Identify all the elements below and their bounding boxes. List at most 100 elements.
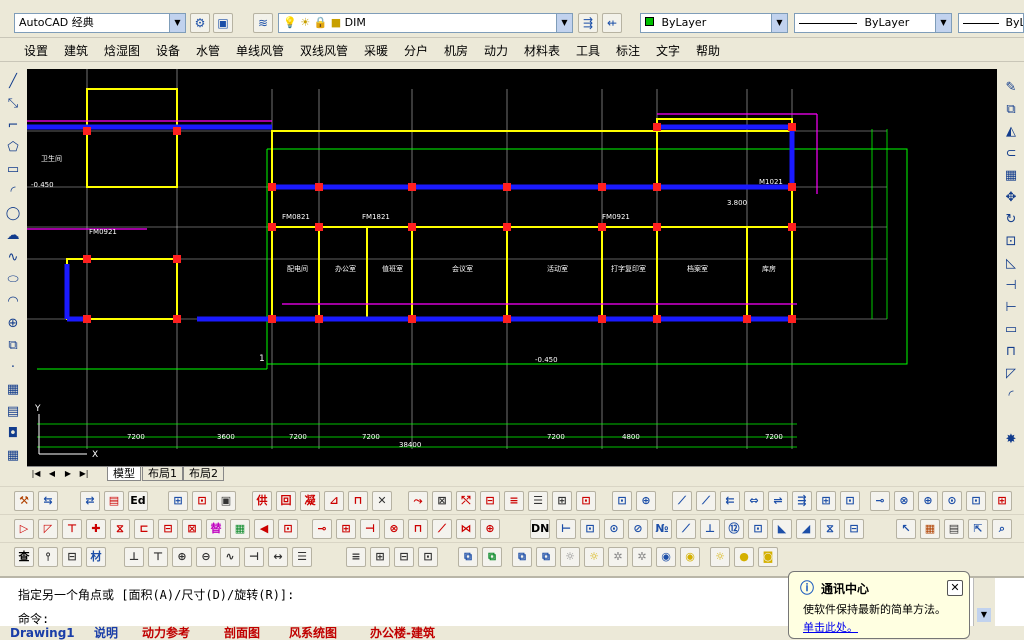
construction-line-icon[interactable]: ⤡ [3, 94, 23, 113]
file-tab-office-architecture[interactable]: 办公楼-建筑 [370, 627, 435, 640]
tool-8-icon[interactable]: ▣ [216, 491, 236, 511]
scroll-down-icon[interactable]: ▼ [977, 608, 991, 622]
menu-tools[interactable]: 工具 [576, 42, 600, 59]
offset-duct-icon[interactable]: ⊤ [148, 547, 168, 567]
layer-manager-icon[interactable]: ≋ [253, 13, 273, 33]
file-tab-drawing1[interactable]: Drawing1 [10, 627, 75, 640]
leader-icon[interactable]: ⟋ [676, 519, 696, 539]
edit-icon[interactable]: Ed [128, 491, 148, 511]
drawing-canvas[interactable]: 3.800 -0.450 -0.450 38400 7200 3600 7200… [27, 69, 997, 466]
menu-double-duct[interactable]: 双线风管 [300, 42, 348, 59]
menu-water-pipe[interactable]: 水管 [196, 42, 220, 59]
fillet-icon[interactable]: ◜ [1001, 386, 1021, 405]
chamfer-icon[interactable]: ◸ [1001, 364, 1021, 383]
chevron-down-icon[interactable]: ▼ [935, 14, 951, 32]
fitting-icon[interactable]: ⊕ [172, 547, 192, 567]
number-icon[interactable]: ⑫ [724, 519, 744, 539]
split-duct-icon[interactable]: ⊕ [480, 519, 500, 539]
tool-37-icon[interactable]: ⊡ [966, 491, 986, 511]
pipe-label-icon[interactable]: ⊡ [580, 519, 600, 539]
menu-dimension[interactable]: 标注 [616, 42, 640, 59]
rectangle-icon[interactable]: ▭ [3, 160, 23, 179]
annotate-icon[interactable]: ⊢ [556, 519, 576, 539]
arrow-icon[interactable]: ◣ [772, 519, 792, 539]
gradient-icon[interactable]: ▤ [3, 402, 23, 421]
index-icon[interactable]: ⊥ [700, 519, 720, 539]
scale-icon[interactable]: ⊡ [1001, 232, 1021, 251]
extend-icon[interactable]: ⊢ [1001, 298, 1021, 317]
section-icon[interactable]: ⊡ [748, 519, 768, 539]
notification-link[interactable]: 单击此处。 [803, 619, 858, 635]
chevron-down-icon[interactable]: ▼ [771, 14, 787, 32]
command-prompt[interactable]: 命令: [18, 610, 49, 627]
chevron-down-icon[interactable]: ▼ [556, 14, 572, 32]
file-tab-section[interactable]: 剖面图 [224, 627, 260, 640]
dn-label-icon[interactable]: DN [530, 519, 550, 539]
menu-architecture[interactable]: 建筑 [64, 42, 88, 59]
tool-12-icon[interactable]: ⊿ [324, 491, 344, 511]
first-tab-icon[interactable]: |◀ [29, 468, 43, 480]
tool-28-icon[interactable]: ⇔ [744, 491, 764, 511]
replace-icon[interactable]: 替 [206, 519, 226, 539]
damper-icon[interactable]: ⊟ [158, 519, 178, 539]
tool-4-icon[interactable]: ▤ [104, 491, 124, 511]
workspace-select[interactable]: AutoCAD 经典 ▼ [14, 13, 186, 33]
freeze-2-icon[interactable]: ✲ [632, 547, 652, 567]
close-icon[interactable]: ✕ [947, 580, 963, 596]
layer-color-icon[interactable]: ◙ [758, 547, 778, 567]
freeze-1-icon[interactable]: ✲ [608, 547, 628, 567]
tool-30-icon[interactable]: ⇶ [792, 491, 812, 511]
polygon-icon[interactable]: ⬠ [3, 138, 23, 157]
save-workspace-icon[interactable]: ▣ [213, 13, 233, 33]
explode-icon[interactable]: ✸ [1001, 430, 1021, 449]
stretch-icon[interactable]: ◺ [1001, 254, 1021, 273]
sheet-icon[interactable]: ▤ [944, 519, 964, 539]
search-icon[interactable]: ⌕ [992, 519, 1012, 539]
tool-1-icon[interactable]: ⚒ [14, 491, 34, 511]
color-select[interactable]: ByLayer ▼ [640, 13, 788, 33]
ellipse-arc-icon[interactable]: ◠ [3, 292, 23, 311]
trim-duct-icon[interactable]: ⫯ [38, 547, 58, 567]
match-icon[interactable]: ▦ [920, 519, 940, 539]
menu-psychrometric[interactable]: 焓湿图 [104, 42, 140, 59]
tool-34-icon[interactable]: ⊗ [894, 491, 914, 511]
tool-21-icon[interactable]: ⊞ [552, 491, 572, 511]
tab-layout1[interactable]: 布局1 [142, 467, 183, 481]
file-tab-notes[interactable]: 说明 [94, 627, 118, 640]
layer-select[interactable]: 💡 ☀ 🔒 ■ DIM ▼ [278, 13, 573, 33]
insert-block-icon[interactable]: ⊕ [3, 314, 23, 333]
mirror-icon[interactable]: ◭ [1001, 122, 1021, 141]
tool-32-icon[interactable]: ⊡ [840, 491, 860, 511]
cut-icon[interactable]: ⧖ [820, 519, 840, 539]
material-icon[interactable]: 材 [86, 547, 106, 567]
grille-icon[interactable]: ⊣ [360, 519, 380, 539]
tool-26-icon[interactable]: ⟋ [696, 491, 716, 511]
tool-17-icon[interactable]: ⤲ [456, 491, 476, 511]
erase-icon[interactable]: ✎ [1001, 78, 1021, 97]
menu-text[interactable]: 文字 [656, 42, 680, 59]
extend-duct-icon[interactable]: ↔ [268, 547, 288, 567]
slope-label-icon[interactable]: ⊘ [628, 519, 648, 539]
hatch-icon[interactable]: ▦ [3, 380, 23, 399]
lock-1-icon[interactable]: ◉ [656, 547, 676, 567]
tool-23-icon[interactable]: ⊡ [612, 491, 632, 511]
tool-22-icon[interactable]: ⊡ [576, 491, 596, 511]
tool-19-icon[interactable]: ≡ [504, 491, 524, 511]
diffuser-icon[interactable]: ⊞ [336, 519, 356, 539]
transition-icon[interactable]: ⊏ [134, 519, 154, 539]
grid-fill-icon[interactable]: ▦ [230, 519, 250, 539]
connect-icon[interactable]: ⊖ [196, 547, 216, 567]
pointer-icon[interactable]: ↖ [896, 519, 916, 539]
layer-stack-4-icon[interactable]: ⧉ [536, 547, 556, 567]
query-icon[interactable]: 查 [14, 547, 34, 567]
file-tab-power-reference[interactable]: 动力参考 [142, 627, 190, 640]
prev-tab-icon[interactable]: ◀ [45, 468, 59, 480]
tee-icon[interactable]: ⊤ [62, 519, 82, 539]
cursor-icon[interactable]: ⇱ [968, 519, 988, 539]
circle-icon[interactable]: ◯ [3, 204, 23, 223]
flip-icon[interactable]: ◀ [254, 519, 274, 539]
elevation-label-icon[interactable]: ⊙ [604, 519, 624, 539]
make-current-layer-icon[interactable]: ⇶ [578, 13, 598, 33]
break-icon[interactable]: ▭ [1001, 320, 1021, 339]
valve-icon[interactable]: ⊠ [182, 519, 202, 539]
